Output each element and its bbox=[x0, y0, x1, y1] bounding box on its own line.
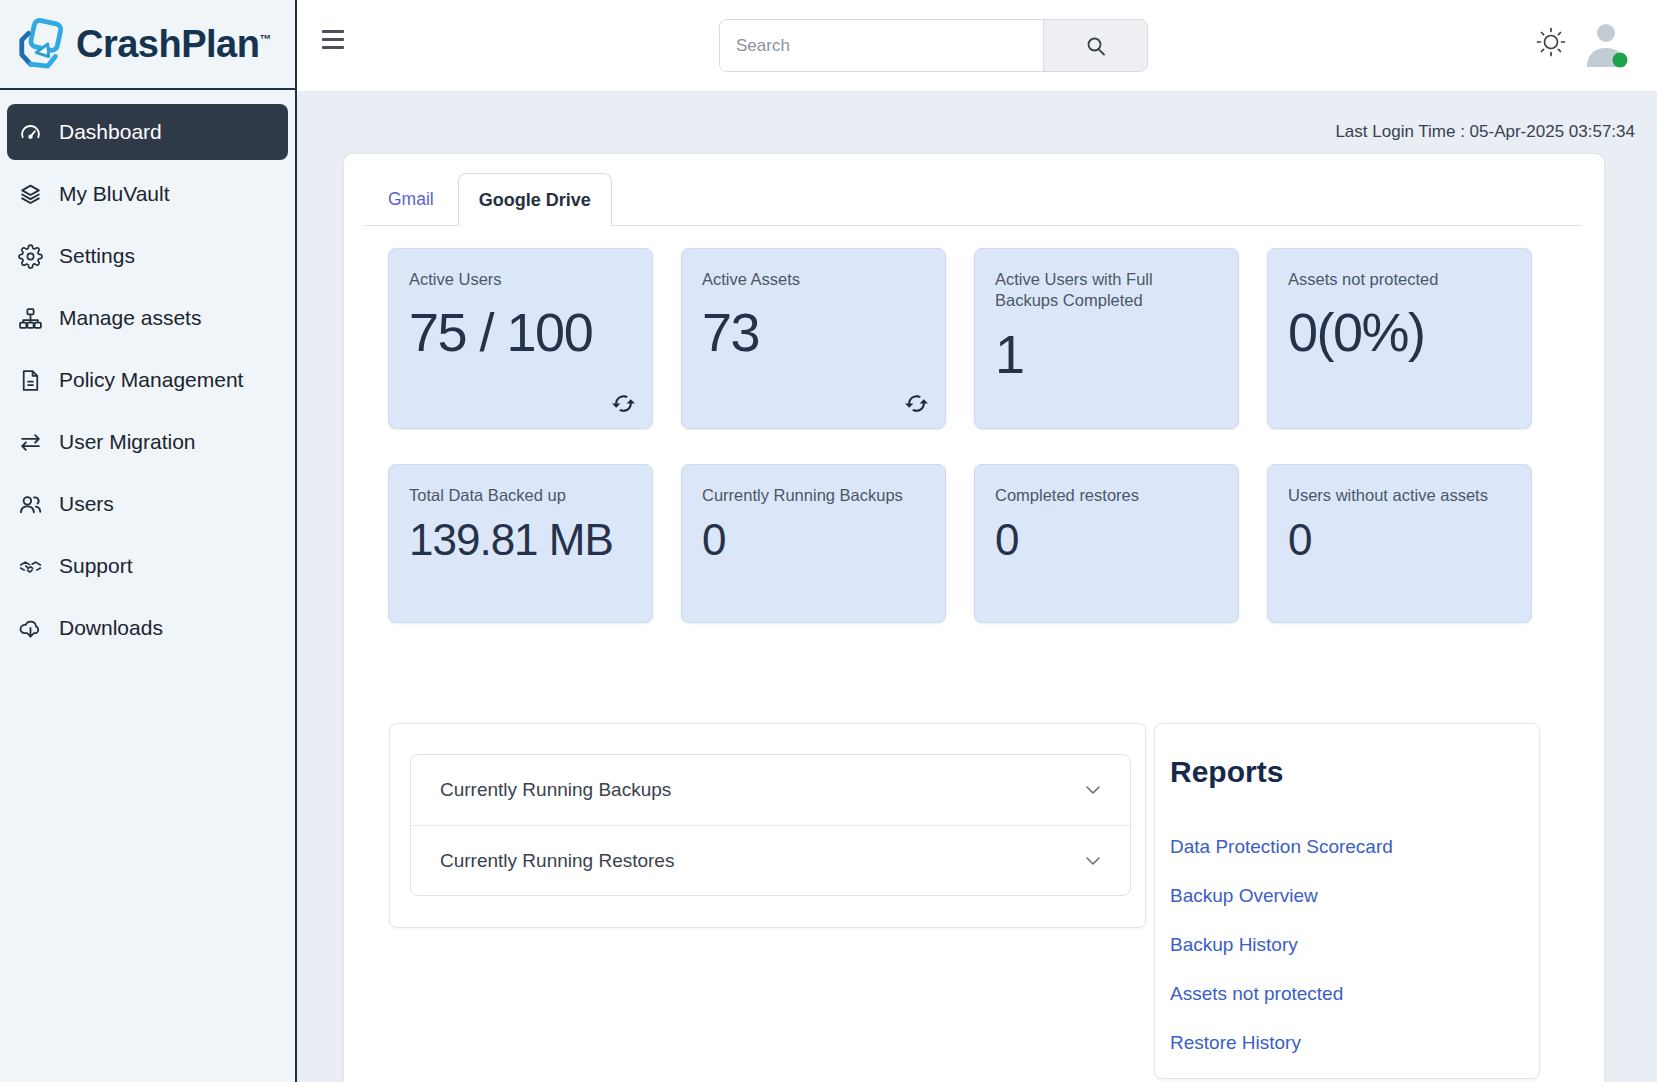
stat-card-users-full-backups: Active Users with Full Backups Completed… bbox=[974, 248, 1239, 429]
report-link-restore-history[interactable]: Restore History bbox=[1170, 1032, 1301, 1053]
sidebar-item-user-migration[interactable]: User Migration bbox=[7, 414, 288, 470]
sidebar: CrashPlan™ Dashboard My BluVault Setting… bbox=[0, 0, 297, 1082]
sidebar-item-manage-assets[interactable]: Manage assets bbox=[7, 290, 288, 346]
tab-google-drive[interactable]: Google Drive bbox=[458, 173, 612, 226]
brand-name: CrashPlan™ bbox=[76, 23, 271, 66]
sidebar-item-settings[interactable]: Settings bbox=[7, 228, 288, 284]
transfer-arrows-icon bbox=[18, 430, 43, 455]
sun-icon bbox=[1534, 25, 1568, 59]
accordion-running-restores[interactable]: Currently Running Restores bbox=[411, 825, 1130, 895]
reports-title: Reports bbox=[1170, 754, 1519, 790]
menu-icon[interactable] bbox=[322, 30, 346, 50]
sidebar-menu: Dashboard My BluVault Settings Manage as… bbox=[0, 90, 295, 656]
report-link-data-protection-scorecard[interactable]: Data Protection Scorecard bbox=[1170, 836, 1393, 857]
service-tabs: Gmail Google Drive bbox=[364, 173, 1582, 226]
document-icon bbox=[18, 368, 43, 393]
status-dot bbox=[1613, 53, 1628, 68]
search-input[interactable] bbox=[720, 20, 1043, 71]
sidebar-item-downloads[interactable]: Downloads bbox=[7, 600, 288, 656]
sidebar-item-users[interactable]: Users bbox=[7, 476, 288, 532]
accordion-group: Currently Running Backups Currently Runn… bbox=[410, 754, 1131, 896]
refresh-icon[interactable] bbox=[611, 391, 636, 416]
accordion-running-backups[interactable]: Currently Running Backups bbox=[411, 755, 1130, 825]
search-button[interactable] bbox=[1043, 20, 1147, 71]
chevron-down-icon bbox=[1082, 850, 1104, 872]
stat-card-active-assets: Active Assets 73 bbox=[681, 248, 946, 429]
stat-card-assets-not-protected: Assets not protected 0(0%) bbox=[1267, 248, 1532, 429]
stat-card-users-without-assets: Users without active assets 0 bbox=[1267, 464, 1532, 623]
sidebar-item-support[interactable]: Support bbox=[7, 538, 288, 594]
org-chart-icon bbox=[18, 306, 43, 331]
brand-logo[interactable]: CrashPlan™ bbox=[0, 0, 295, 90]
chevron-down-icon bbox=[1082, 779, 1104, 801]
sidebar-item-dashboard[interactable]: Dashboard bbox=[7, 104, 288, 160]
stats-row-2: Total Data Backed up 139.81 MB Currently… bbox=[388, 464, 1604, 623]
users-icon bbox=[18, 492, 43, 517]
stats-row-1: Active Users 75 / 100 Active Assets 73 bbox=[388, 248, 1604, 429]
topbar bbox=[297, 0, 1657, 92]
sidebar-item-my-bluvault[interactable]: My BluVault bbox=[7, 166, 288, 222]
sidebar-item-policy-management[interactable]: Policy Management bbox=[7, 352, 288, 408]
report-link-backup-overview[interactable]: Backup Overview bbox=[1170, 885, 1318, 906]
stat-card-running-backups: Currently Running Backups 0 bbox=[681, 464, 946, 623]
avatar[interactable] bbox=[1583, 19, 1631, 69]
search-bar bbox=[719, 19, 1148, 72]
theme-toggle-button[interactable] bbox=[1534, 25, 1568, 59]
last-login-time: Last Login Time : 05-Apr-2025 03:57:34 bbox=[1335, 122, 1635, 142]
report-links: Data Protection Scorecard Backup Overvie… bbox=[1170, 836, 1519, 1054]
stat-card-completed-restores: Completed restores 0 bbox=[974, 464, 1239, 623]
report-link-backup-history[interactable]: Backup History bbox=[1170, 934, 1298, 955]
gauge-icon bbox=[18, 120, 43, 145]
tab-gmail[interactable]: Gmail bbox=[364, 173, 458, 225]
cloud-download-icon bbox=[18, 616, 43, 641]
layers-icon bbox=[18, 182, 43, 207]
reports-panel: Reports Data Protection Scorecard Backup… bbox=[1154, 723, 1540, 1079]
handshake-icon bbox=[18, 554, 43, 579]
report-link-assets-not-protected[interactable]: Assets not protected bbox=[1170, 983, 1343, 1004]
stat-card-active-users: Active Users 75 / 100 bbox=[388, 248, 653, 429]
running-operations-panel: Currently Running Backups Currently Runn… bbox=[389, 723, 1146, 928]
main-content: Last Login Time : 05-Apr-2025 03:57:34 G… bbox=[297, 92, 1657, 1082]
crashplan-logo-icon bbox=[16, 17, 66, 71]
gear-icon bbox=[18, 244, 43, 269]
stat-card-total-data: Total Data Backed up 139.81 MB bbox=[388, 464, 653, 623]
dashboard-panel: Gmail Google Drive Active Users 75 / 100… bbox=[343, 153, 1605, 1082]
search-icon bbox=[1084, 34, 1108, 58]
refresh-icon[interactable] bbox=[904, 391, 929, 416]
